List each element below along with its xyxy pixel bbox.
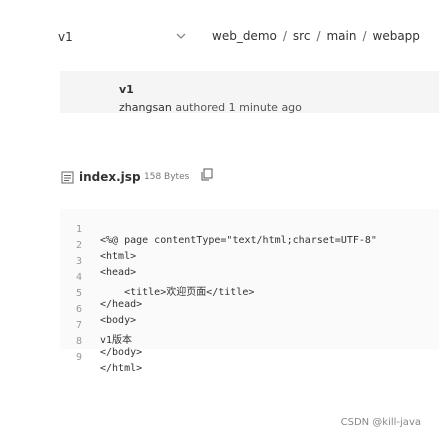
breadcrumb-separator: / [316,29,321,43]
code-line: 2 <html> [60,229,136,262]
line-content: </body> [100,347,143,358]
breadcrumb-item[interactable]: src [293,29,311,43]
code-line: 6 <body> [60,293,136,326]
code-line: 8 </body> [60,325,142,358]
breadcrumb-separator: / [362,29,367,43]
copy-icon[interactable] [200,168,214,182]
commit-meta: zhangsan authored 1 minute ago [119,101,302,114]
code-viewer [60,209,439,349]
line-content: <title>欢迎页面</title> [100,287,255,298]
breadcrumb: web_demo / src / main / webapp [212,29,420,43]
code-line: 5 </head> [60,277,142,310]
code-line: 4 <title>欢迎页面</title> [60,261,254,298]
breadcrumb-separator: / [282,29,287,43]
line-content: </html> [100,363,143,374]
line-content: </head> [100,299,143,310]
commit-action: authored [175,101,226,114]
commit-time: 1 minute ago [228,101,302,114]
branch-selector[interactable]: v1 [58,30,73,44]
line-number: 9 [75,352,82,363]
commit-message[interactable]: v1 [119,83,134,96]
chevron-down-icon[interactable] [173,28,189,44]
line-content: v1版本 [100,335,133,346]
code-line: 3 <head> [60,245,136,278]
breadcrumb-item[interactable]: webapp [373,29,420,43]
line-content: <%@ page contentType="text/html;charset=… [100,235,377,246]
commit-author[interactable]: zhangsan [119,101,172,114]
code-line: 1 <%@ page contentType="text/html;charse… [60,213,377,246]
file-size: 158 Bytes [144,172,190,182]
breadcrumb-item[interactable]: web_demo [212,29,277,43]
file-icon [61,171,74,184]
code-line: 9 </html> [60,341,142,374]
breadcrumb-item[interactable]: main [326,29,356,43]
line-content: <head> [100,267,137,278]
top-bar: v1 web_demo / src / main / webapp [0,0,439,60]
watermark: CSDN @kill-java [340,417,421,428]
code-line: 7 v1版本 [60,309,132,346]
line-content: <html> [100,251,137,262]
line-content: <body> [100,315,137,326]
file-name: index.jsp [79,170,141,184]
